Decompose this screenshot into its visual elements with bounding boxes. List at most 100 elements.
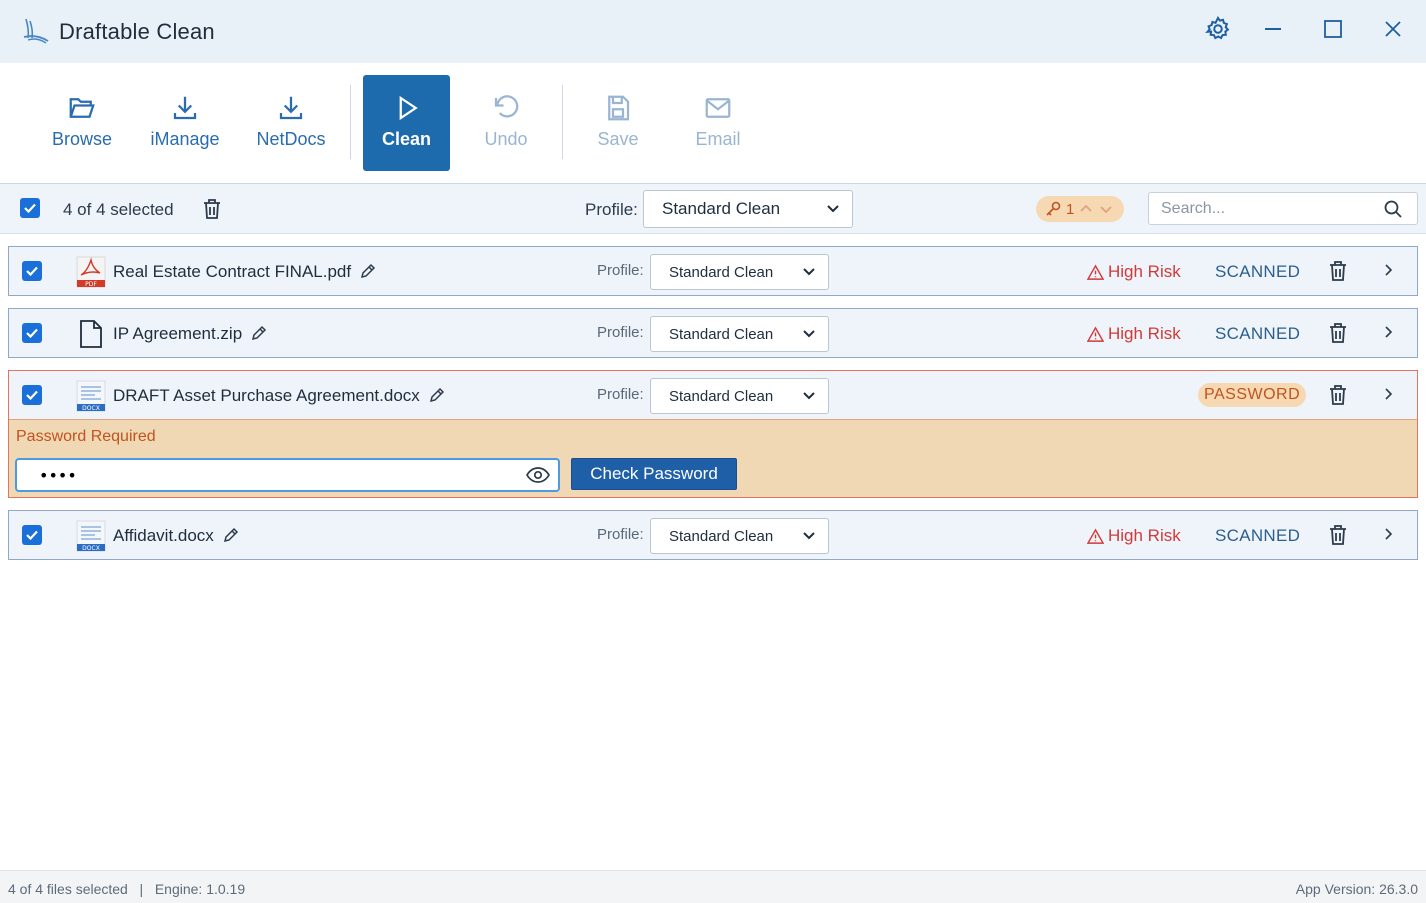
email-label: Email [695, 129, 741, 149]
undo-label: Undo [484, 129, 528, 149]
imanage-button[interactable]: iManage [142, 75, 228, 171]
clean-button[interactable]: Clean [363, 75, 450, 171]
imanage-label: iManage [150, 129, 220, 149]
profile-value: Standard Clean [662, 199, 781, 218]
file-profile-value: Standard Clean [669, 263, 774, 281]
pencil-icon[interactable] [222, 526, 240, 544]
chevron-down-icon [803, 532, 815, 540]
toolbar-divider [350, 85, 351, 159]
trash-icon[interactable] [1326, 259, 1350, 283]
file-checkbox[interactable] [22, 261, 42, 281]
row-profile-label: Profile: [597, 262, 644, 279]
search-input[interactable] [1149, 193, 1379, 224]
password-input[interactable] [17, 460, 517, 490]
risk-label: High Risk [1108, 324, 1181, 343]
netdocs-label: NetDocs [256, 129, 326, 149]
email-button[interactable]: Email [680, 75, 756, 171]
chevron-up-icon[interactable] [1078, 201, 1094, 217]
file-profile-value: Standard Clean [669, 527, 774, 545]
file-name: Real Estate Contract FINAL.pdf [113, 262, 377, 282]
chevron-right-icon[interactable] [1379, 323, 1397, 341]
file-icon [80, 320, 102, 348]
close-button[interactable] [1378, 14, 1408, 44]
minimize-button[interactable] [1258, 14, 1288, 44]
svg-text:DOCX: DOCX [82, 405, 100, 412]
check-password-button[interactable]: Check Password [571, 458, 737, 490]
select-all-checkbox[interactable] [20, 198, 40, 218]
password-field[interactable] [15, 458, 560, 492]
pencil-icon[interactable] [428, 386, 446, 404]
warning-icon [1087, 263, 1104, 280]
file-row[interactable]: PDF Real Estate Contract FINAL.pdf Profi… [8, 246, 1418, 296]
pdf-file-icon: PDF [76, 256, 106, 288]
search-icon[interactable] [1383, 199, 1403, 219]
app-title: Draftable Clean [59, 19, 215, 44]
settings-button[interactable] [1203, 14, 1233, 44]
pencil-icon[interactable] [250, 324, 268, 342]
checkbox-icon [26, 390, 38, 401]
chevron-down-icon [803, 330, 815, 338]
gear-icon [1205, 15, 1230, 40]
file-name: DRAFT Asset Purchase Agreement.docx [113, 386, 446, 406]
eye-icon[interactable] [526, 465, 550, 485]
docx-file-icon: DOCX [76, 380, 106, 412]
trash-icon[interactable] [1326, 523, 1350, 547]
checkbox-icon [26, 530, 38, 541]
chevron-right-icon[interactable] [1379, 525, 1397, 543]
row-profile-label: Profile: [597, 324, 644, 341]
file-row[interactable]: IP Agreement.zip Profile: Standard Clean… [8, 308, 1418, 358]
clean-label: Clean [381, 129, 432, 149]
status-bar: 4 of 4 files selected | Engine: 1.0.19 A… [0, 870, 1426, 903]
app-logo-icon [23, 18, 49, 44]
file-profile-select[interactable]: Standard Clean [650, 378, 829, 414]
file-name: IP Agreement.zip [113, 324, 268, 344]
file-row-password[interactable]: DOCX DRAFT Asset Purchase Agreement.docx… [8, 370, 1418, 498]
risk-indicator: High Risk [1087, 526, 1181, 546]
file-checkbox[interactable] [22, 525, 42, 545]
save-button[interactable]: Save [584, 75, 652, 171]
file-name-text: DRAFT Asset Purchase Agreement.docx [113, 386, 420, 405]
password-nav-pill[interactable]: 1 [1036, 196, 1124, 222]
maximize-button[interactable] [1318, 14, 1348, 44]
email-icon [705, 98, 731, 118]
chevron-right-icon[interactable] [1379, 261, 1397, 279]
profile-label: Profile: [585, 200, 638, 219]
password-panel: Password Required Check Password [9, 419, 1417, 497]
risk-label: High Risk [1108, 526, 1181, 545]
search-box[interactable] [1148, 192, 1418, 225]
browse-button[interactable]: Browse [42, 75, 122, 171]
selection-count: 4 of 4 selected [63, 200, 174, 219]
app-version: App Version: 26.3.0 [1295, 881, 1418, 897]
file-row[interactable]: DOCX Affidavit.docx Profile: Standard Cl… [8, 510, 1418, 560]
file-profile-select[interactable]: Standard Clean [650, 518, 829, 554]
undo-button[interactable]: Undo [470, 75, 542, 171]
trash-icon[interactable] [200, 197, 224, 221]
svg-text:DOCX: DOCX [82, 545, 100, 552]
chevron-down-icon [803, 268, 815, 276]
file-checkbox[interactable] [22, 323, 42, 343]
chevron-down-icon[interactable] [1098, 201, 1114, 217]
trash-icon[interactable] [1326, 383, 1350, 407]
toolbar-divider [562, 85, 563, 159]
checkbox-icon [26, 328, 38, 339]
file-profile-select[interactable]: Standard Clean [650, 316, 829, 352]
key-count: 1 [1066, 200, 1075, 218]
docx-file-icon: DOCX [76, 520, 106, 552]
file-profile-select[interactable]: Standard Clean [650, 254, 829, 290]
download-icon [173, 96, 197, 120]
warning-icon [1087, 527, 1104, 544]
chevron-down-icon [827, 205, 839, 213]
file-profile-value: Standard Clean [669, 387, 774, 405]
risk-indicator: High Risk [1087, 324, 1181, 344]
file-status: SCANNED [1215, 526, 1301, 545]
netdocs-button[interactable]: NetDocs [248, 75, 334, 171]
key-icon [1046, 201, 1061, 216]
pencil-icon[interactable] [359, 262, 377, 280]
global-profile-select[interactable]: Standard Clean [643, 190, 853, 228]
warning-icon [1087, 325, 1104, 342]
trash-icon[interactable] [1326, 321, 1350, 345]
file-checkbox[interactable] [22, 385, 42, 405]
file-name-text: Real Estate Contract FINAL.pdf [113, 262, 352, 281]
file-name-text: Affidavit.docx [113, 526, 214, 545]
chevron-right-icon[interactable] [1379, 385, 1397, 403]
